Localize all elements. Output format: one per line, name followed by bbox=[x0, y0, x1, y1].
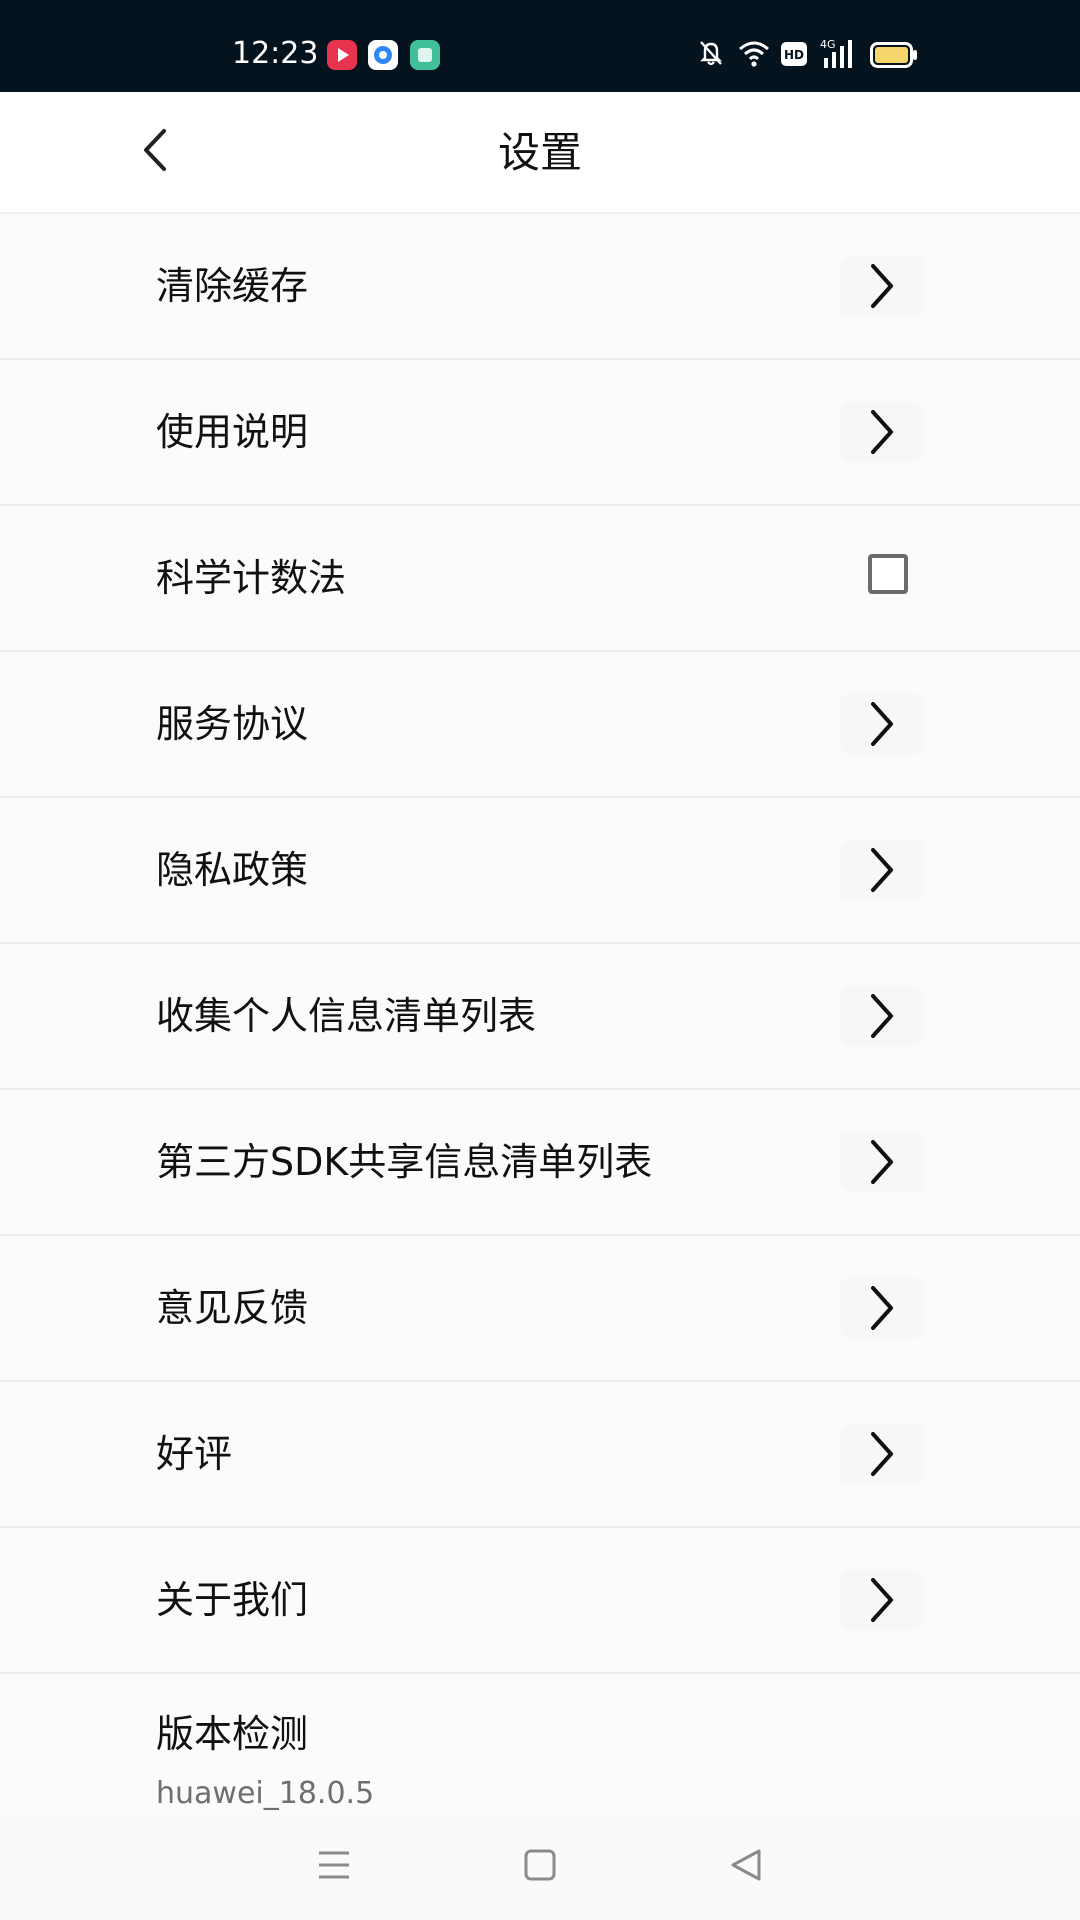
chevron-right-icon bbox=[840, 840, 924, 900]
setting-label: 第三方SDK共享信息清单列表 bbox=[156, 1140, 653, 1184]
version-check-label: 版本检测 bbox=[156, 1712, 309, 1756]
gallery-app-icon bbox=[410, 40, 440, 70]
chevron-right-icon bbox=[840, 986, 924, 1046]
setting-row-rating[interactable]: 好评 bbox=[0, 1382, 1080, 1528]
setting-row-about-us[interactable]: 关于我们 bbox=[0, 1528, 1080, 1674]
chevron-right-icon bbox=[840, 1132, 924, 1192]
chevron-right-icon bbox=[840, 256, 924, 316]
hd-icon: HD bbox=[781, 42, 807, 70]
version-value: huawei_18.0.5 bbox=[156, 1776, 375, 1811]
cellular-4g-icon: 4G bbox=[820, 36, 860, 74]
setting-row-clear-cache[interactable]: 清除缓存 bbox=[0, 214, 1080, 360]
setting-row-version-check[interactable]: 版本检测 huawei_18.0.5 bbox=[0, 1674, 1080, 1814]
video-app-icon bbox=[327, 40, 357, 70]
battery-icon bbox=[870, 42, 918, 72]
menu-icon bbox=[319, 1851, 349, 1879]
nav-back-button[interactable] bbox=[716, 1840, 776, 1890]
settings-list: 清除缓存 使用说明 科学计数法 服务协议 隐私政策 收集个人信息清单列表 第三方… bbox=[0, 214, 1080, 1814]
setting-label: 清除缓存 bbox=[156, 264, 309, 308]
chevron-right-icon bbox=[840, 1424, 924, 1484]
setting-label: 隐私政策 bbox=[156, 848, 309, 892]
setting-row-instructions[interactable]: 使用说明 bbox=[0, 360, 1080, 506]
setting-row-feedback[interactable]: 意见反馈 bbox=[0, 1236, 1080, 1382]
chevron-right-icon bbox=[840, 1278, 924, 1338]
chevron-right-icon bbox=[840, 1570, 924, 1630]
browser-app-icon bbox=[368, 40, 398, 70]
setting-label: 科学计数法 bbox=[156, 556, 347, 600]
setting-label: 使用说明 bbox=[156, 410, 309, 454]
setting-row-privacy-policy[interactable]: 隐私政策 bbox=[0, 798, 1080, 944]
chevron-right-icon bbox=[840, 402, 924, 462]
status-bar: 12:23 HD 4G bbox=[0, 0, 1080, 92]
setting-label: 关于我们 bbox=[156, 1578, 309, 1622]
hd-label: HD bbox=[784, 48, 804, 62]
settings-screen: 12:23 HD 4G 设置 清除缓存 使用说明 科学计数法 服务协议 隐私政策… bbox=[0, 0, 1080, 1920]
bell-muted-icon bbox=[697, 38, 725, 72]
setting-label: 收集个人信息清单列表 bbox=[156, 994, 537, 1038]
page-title: 设置 bbox=[497, 128, 582, 177]
setting-row-scientific-notation: 科学计数法 bbox=[0, 506, 1080, 652]
setting-row-personal-info-list[interactable]: 收集个人信息清单列表 bbox=[0, 944, 1080, 1090]
app-header: 设置 bbox=[0, 92, 1080, 214]
scientific-notation-checkbox[interactable] bbox=[868, 554, 908, 594]
status-time: 12:23 bbox=[232, 36, 319, 71]
chevron-right-icon bbox=[840, 694, 924, 754]
menu-button[interactable] bbox=[304, 1840, 364, 1890]
back-triangle-icon bbox=[731, 1849, 761, 1881]
setting-label: 好评 bbox=[156, 1432, 233, 1476]
setting-row-service-agreement[interactable]: 服务协议 bbox=[0, 652, 1080, 798]
setting-row-third-party-sdk-list[interactable]: 第三方SDK共享信息清单列表 bbox=[0, 1090, 1080, 1236]
setting-label: 服务协议 bbox=[156, 702, 309, 746]
home-icon bbox=[524, 1849, 556, 1881]
system-nav-bar bbox=[0, 1810, 1080, 1920]
wifi-icon bbox=[737, 38, 771, 72]
setting-label: 意见反馈 bbox=[156, 1286, 309, 1330]
network-label: 4G bbox=[820, 38, 836, 51]
home-button[interactable] bbox=[510, 1840, 570, 1890]
